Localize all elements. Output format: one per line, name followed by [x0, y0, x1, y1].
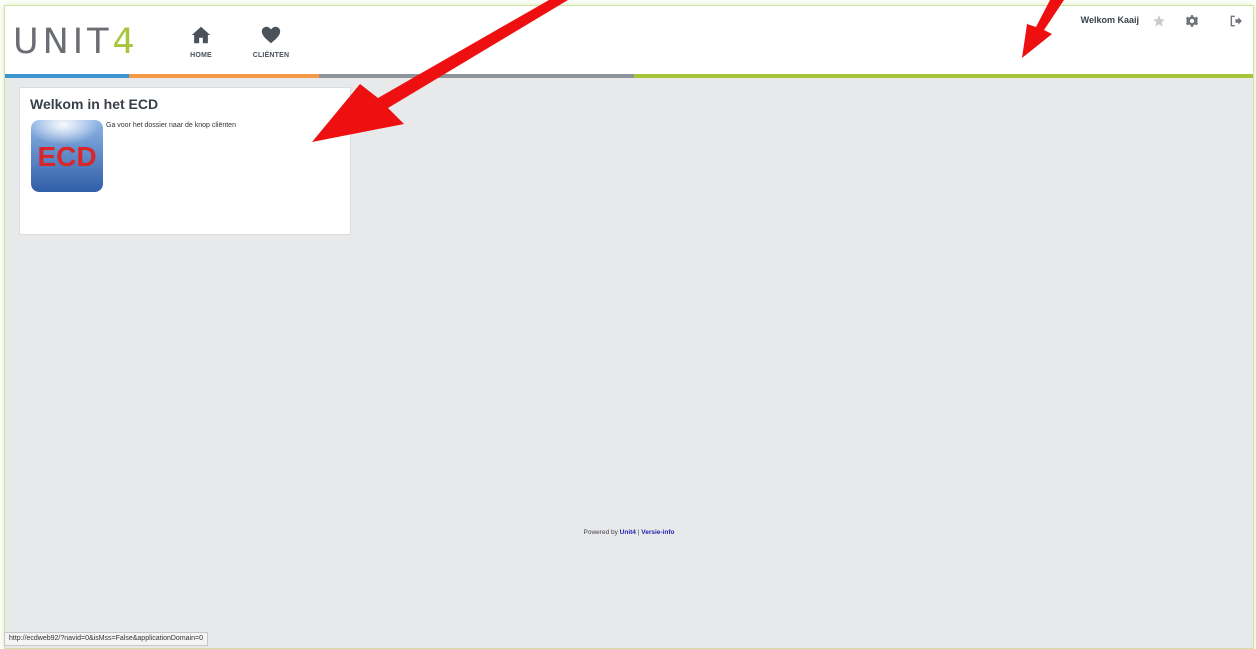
stripe-gray [319, 74, 634, 78]
app-frame: UNIT4 HOME CLIËNTEN Welkom Kaaij Welkom … [4, 5, 1254, 649]
logout-icon[interactable] [1229, 14, 1243, 28]
card-description: Ga voor het dossier naar de knop cliënte… [106, 122, 236, 129]
stripe-blue [5, 74, 129, 78]
card-title: Welkom in het ECD [30, 96, 159, 112]
stripe-orange [129, 74, 319, 78]
stripe-green [634, 74, 1253, 78]
color-stripe [5, 74, 1253, 78]
gear-icon[interactable] [1185, 14, 1199, 28]
star-icon[interactable] [1152, 14, 1166, 28]
versie-info-link[interactable]: Versie-info [641, 529, 674, 536]
user-area: Welkom Kaaij [5, 14, 1253, 30]
ecd-logo-image: ECD [31, 120, 103, 192]
unit4-link[interactable]: Unit4 [620, 529, 636, 536]
footer-prefix: Powered by [583, 529, 620, 536]
nav-clienten-label: CLIËNTEN [252, 52, 290, 59]
browser-status-url: http://ecdweb92/?navid=0&isMss=False&app… [4, 632, 208, 646]
top-header: UNIT4 HOME CLIËNTEN Welkom Kaaij [5, 6, 1253, 74]
nav-home-label: HOME [190, 52, 212, 59]
footer: Powered by Unit4 | Versie-info [5, 529, 1253, 536]
welcome-card: Welkom in het ECD ECD Ga voor het dossie… [19, 87, 351, 235]
welcome-user-text: Welkom Kaaij [1080, 15, 1139, 25]
ecd-logo-text: ECD [37, 141, 96, 172]
